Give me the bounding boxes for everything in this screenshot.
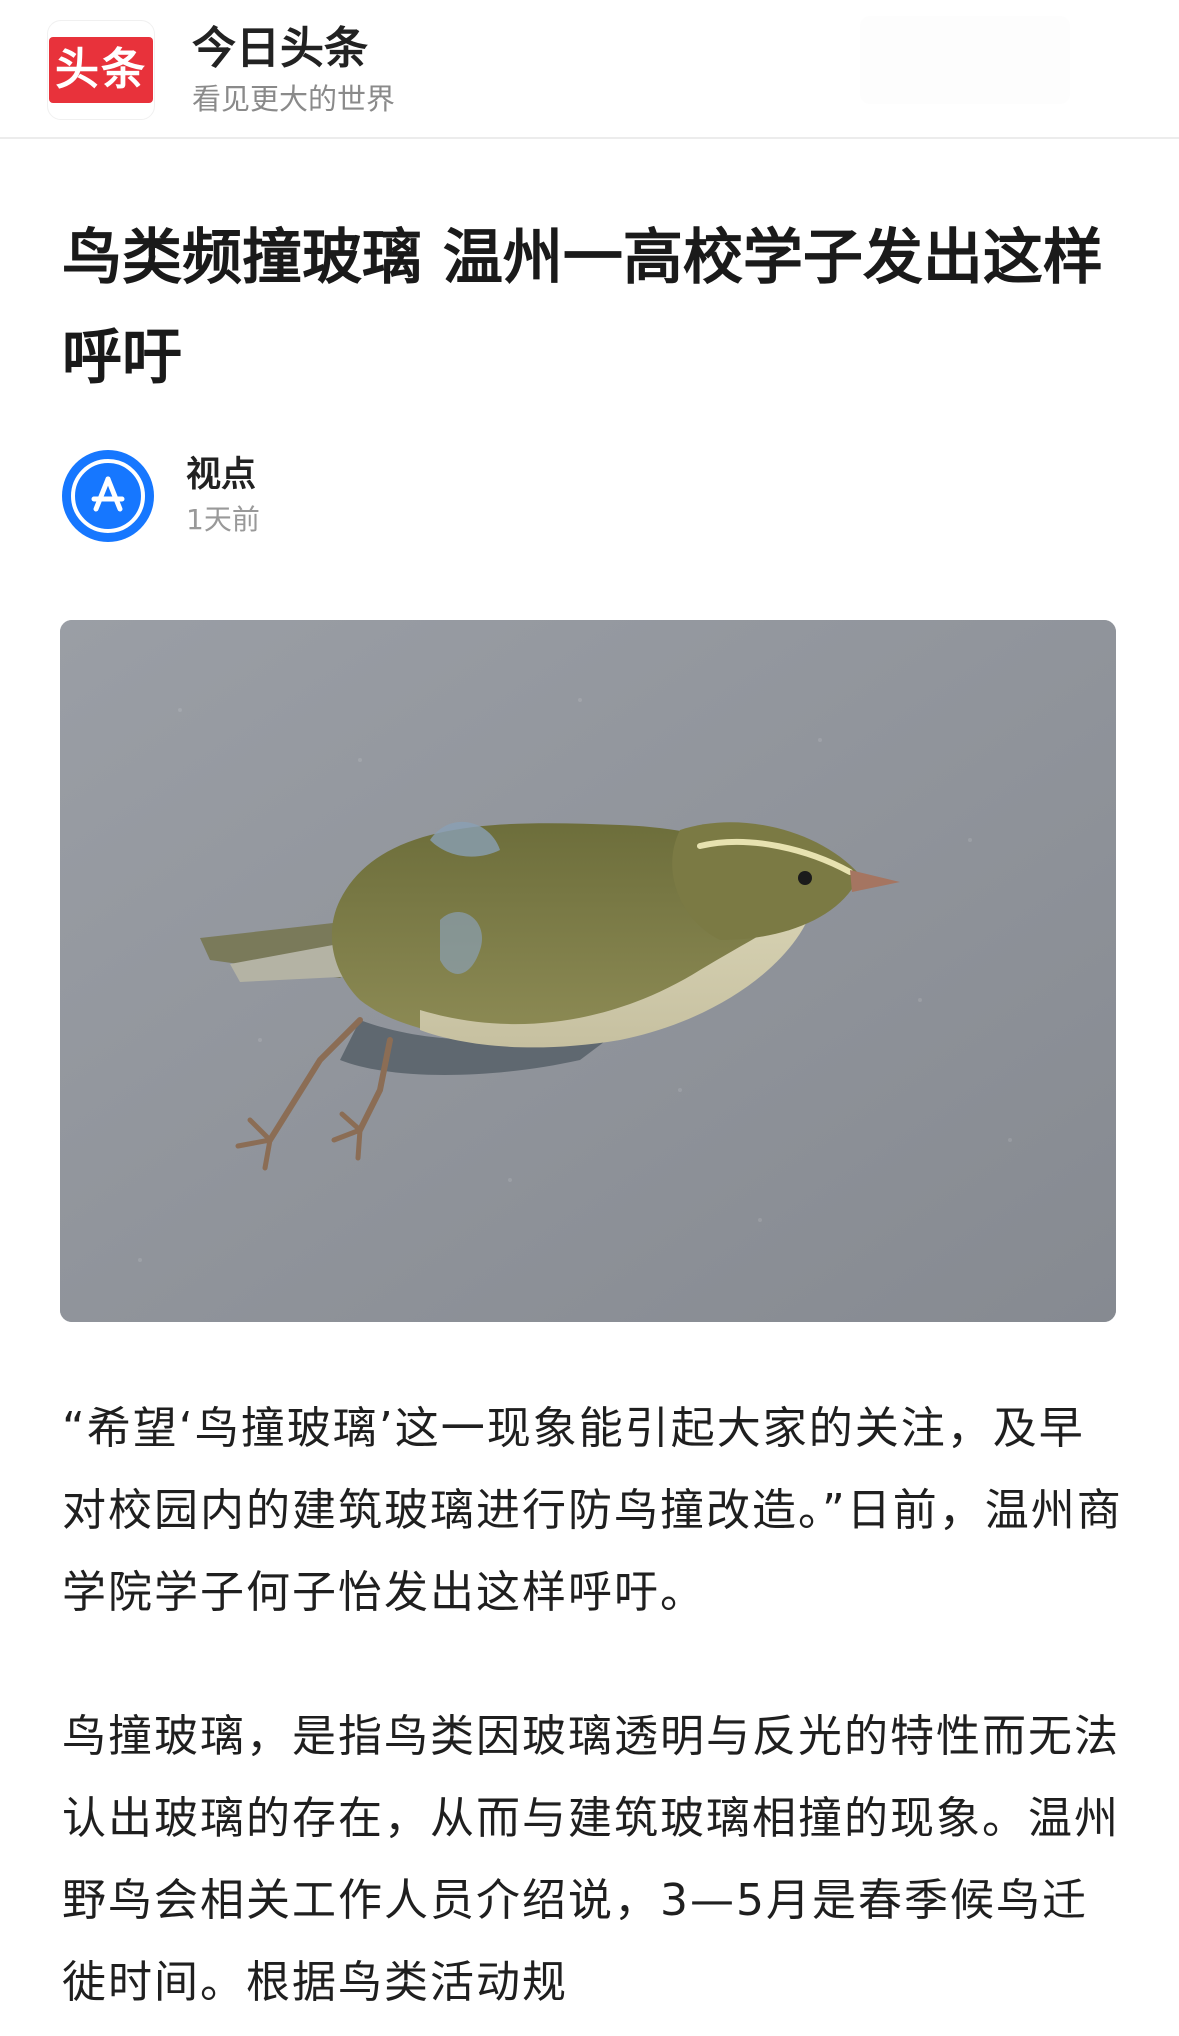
article-title: 鸟类频撞玻璃 温州一高校学子发出这样呼吁: [62, 223, 1103, 393]
publish-time: 1天前: [186, 503, 260, 536]
bird-photo: [60, 620, 1116, 1322]
logo-text: 头条: [49, 37, 153, 103]
app-slogan: 看见更大的世界: [192, 82, 396, 116]
author-avatar[interactable]: [62, 450, 154, 542]
article-paragraph: 鸟撞玻璃，是指鸟类因玻璃透明与反光的特性而无法认出玻璃的存在，从而与建筑玻璃相撞…: [62, 1711, 1120, 2008]
app-header: 头条 今日头条 看见更大的世界: [0, 0, 1179, 139]
app-name: 今日头条: [192, 23, 368, 74]
article-paragraph: “希望‘鸟撞玻璃’这一现象能引起大家的关注，及早对校园内的建筑玻璃进行防鸟撞改造…: [62, 1403, 1123, 1618]
toutiao-logo[interactable]: 头条: [47, 20, 155, 120]
header-action-button[interactable]: [860, 16, 1070, 104]
article-hero-image[interactable]: [60, 620, 1116, 1322]
author-name[interactable]: 视点: [186, 446, 256, 497]
app-store-icon: [71, 459, 145, 533]
